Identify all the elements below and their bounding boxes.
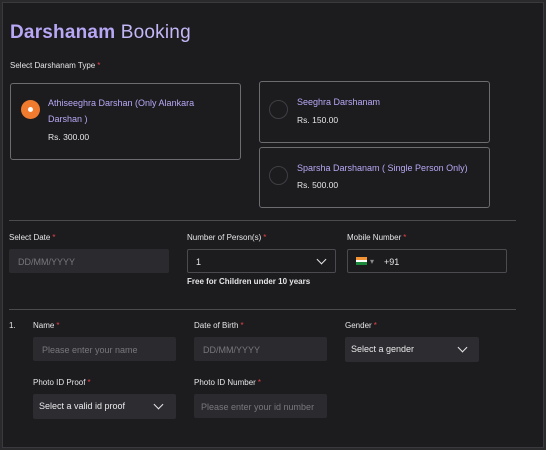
divider (9, 220, 516, 221)
date-input[interactable]: DD/MM/YYYY (9, 249, 169, 273)
chevron-down-icon (153, 399, 164, 410)
idnumber-input[interactable]: Please enter your id number (194, 394, 327, 418)
country-code: +91 (384, 257, 400, 267)
option-name: Athiseeghra Darshan (Only Alankara (48, 98, 195, 108)
option-price: Rs. 500.00 (297, 180, 339, 190)
booking-panel: Darshanam Booking Select Darshanam Type *… (2, 2, 544, 448)
darshanam-option-athiseeghra[interactable]: Athiseeghra Darshan (Only Alankara Darsh… (10, 83, 241, 160)
persons-select[interactable]: 1 (187, 249, 336, 273)
name-input[interactable]: Please enter your name (33, 337, 176, 361)
chevron-down-icon (316, 254, 327, 265)
person-index: 1. (9, 321, 16, 330)
idproof-select[interactable]: Select a valid id proof (33, 394, 176, 419)
darshanam-type-label: Select Darshanam Type * (10, 61, 101, 70)
date-label: Select Date * (9, 233, 56, 242)
gender-select[interactable]: Select a gender (345, 337, 479, 362)
persons-value: 1 (196, 257, 202, 267)
india-flag-icon[interactable] (356, 257, 367, 265)
mobile-label: Mobile Number * (347, 233, 407, 242)
persons-label: Number of Person(s) * (187, 233, 267, 242)
idproof-value: Select a valid id proof (39, 401, 126, 411)
name-label: Name * (33, 321, 60, 330)
idproof-label: Photo ID Proof * (33, 378, 91, 387)
option-price: Rs. 150.00 (297, 115, 339, 125)
idnumber-label: Photo ID Number * (194, 378, 261, 387)
mobile-input[interactable]: ▾ +91 (347, 249, 507, 273)
radio-unselected-icon[interactable] (269, 166, 288, 185)
radio-unselected-icon[interactable] (269, 100, 288, 119)
darshanam-option-seeghra[interactable]: Seeghra Darshanam Rs. 150.00 (259, 81, 490, 143)
radio-selected-icon[interactable] (21, 100, 40, 119)
option-price: Rs. 300.00 (48, 132, 90, 142)
option-name: Sparsha Darshanam ( Single Person Only) (297, 163, 468, 173)
darshanam-option-sparsha[interactable]: Sparsha Darshanam ( Single Person Only) … (259, 147, 490, 208)
option-name-cont: Darshan ) (48, 114, 88, 124)
option-name: Seeghra Darshanam (297, 97, 381, 107)
persons-hint: Free for Children under 10 years (187, 277, 311, 286)
divider (9, 309, 516, 310)
gender-value: Select a gender (351, 344, 415, 354)
flag-dropdown-icon[interactable]: ▾ (370, 250, 374, 274)
dob-input[interactable]: DD/MM/YYYY (194, 337, 327, 361)
chevron-down-icon (457, 342, 468, 353)
page-title: Darshanam Booking (10, 22, 191, 43)
gender-label: Gender * (345, 321, 377, 330)
dob-label: Date of Birth * (194, 321, 244, 330)
